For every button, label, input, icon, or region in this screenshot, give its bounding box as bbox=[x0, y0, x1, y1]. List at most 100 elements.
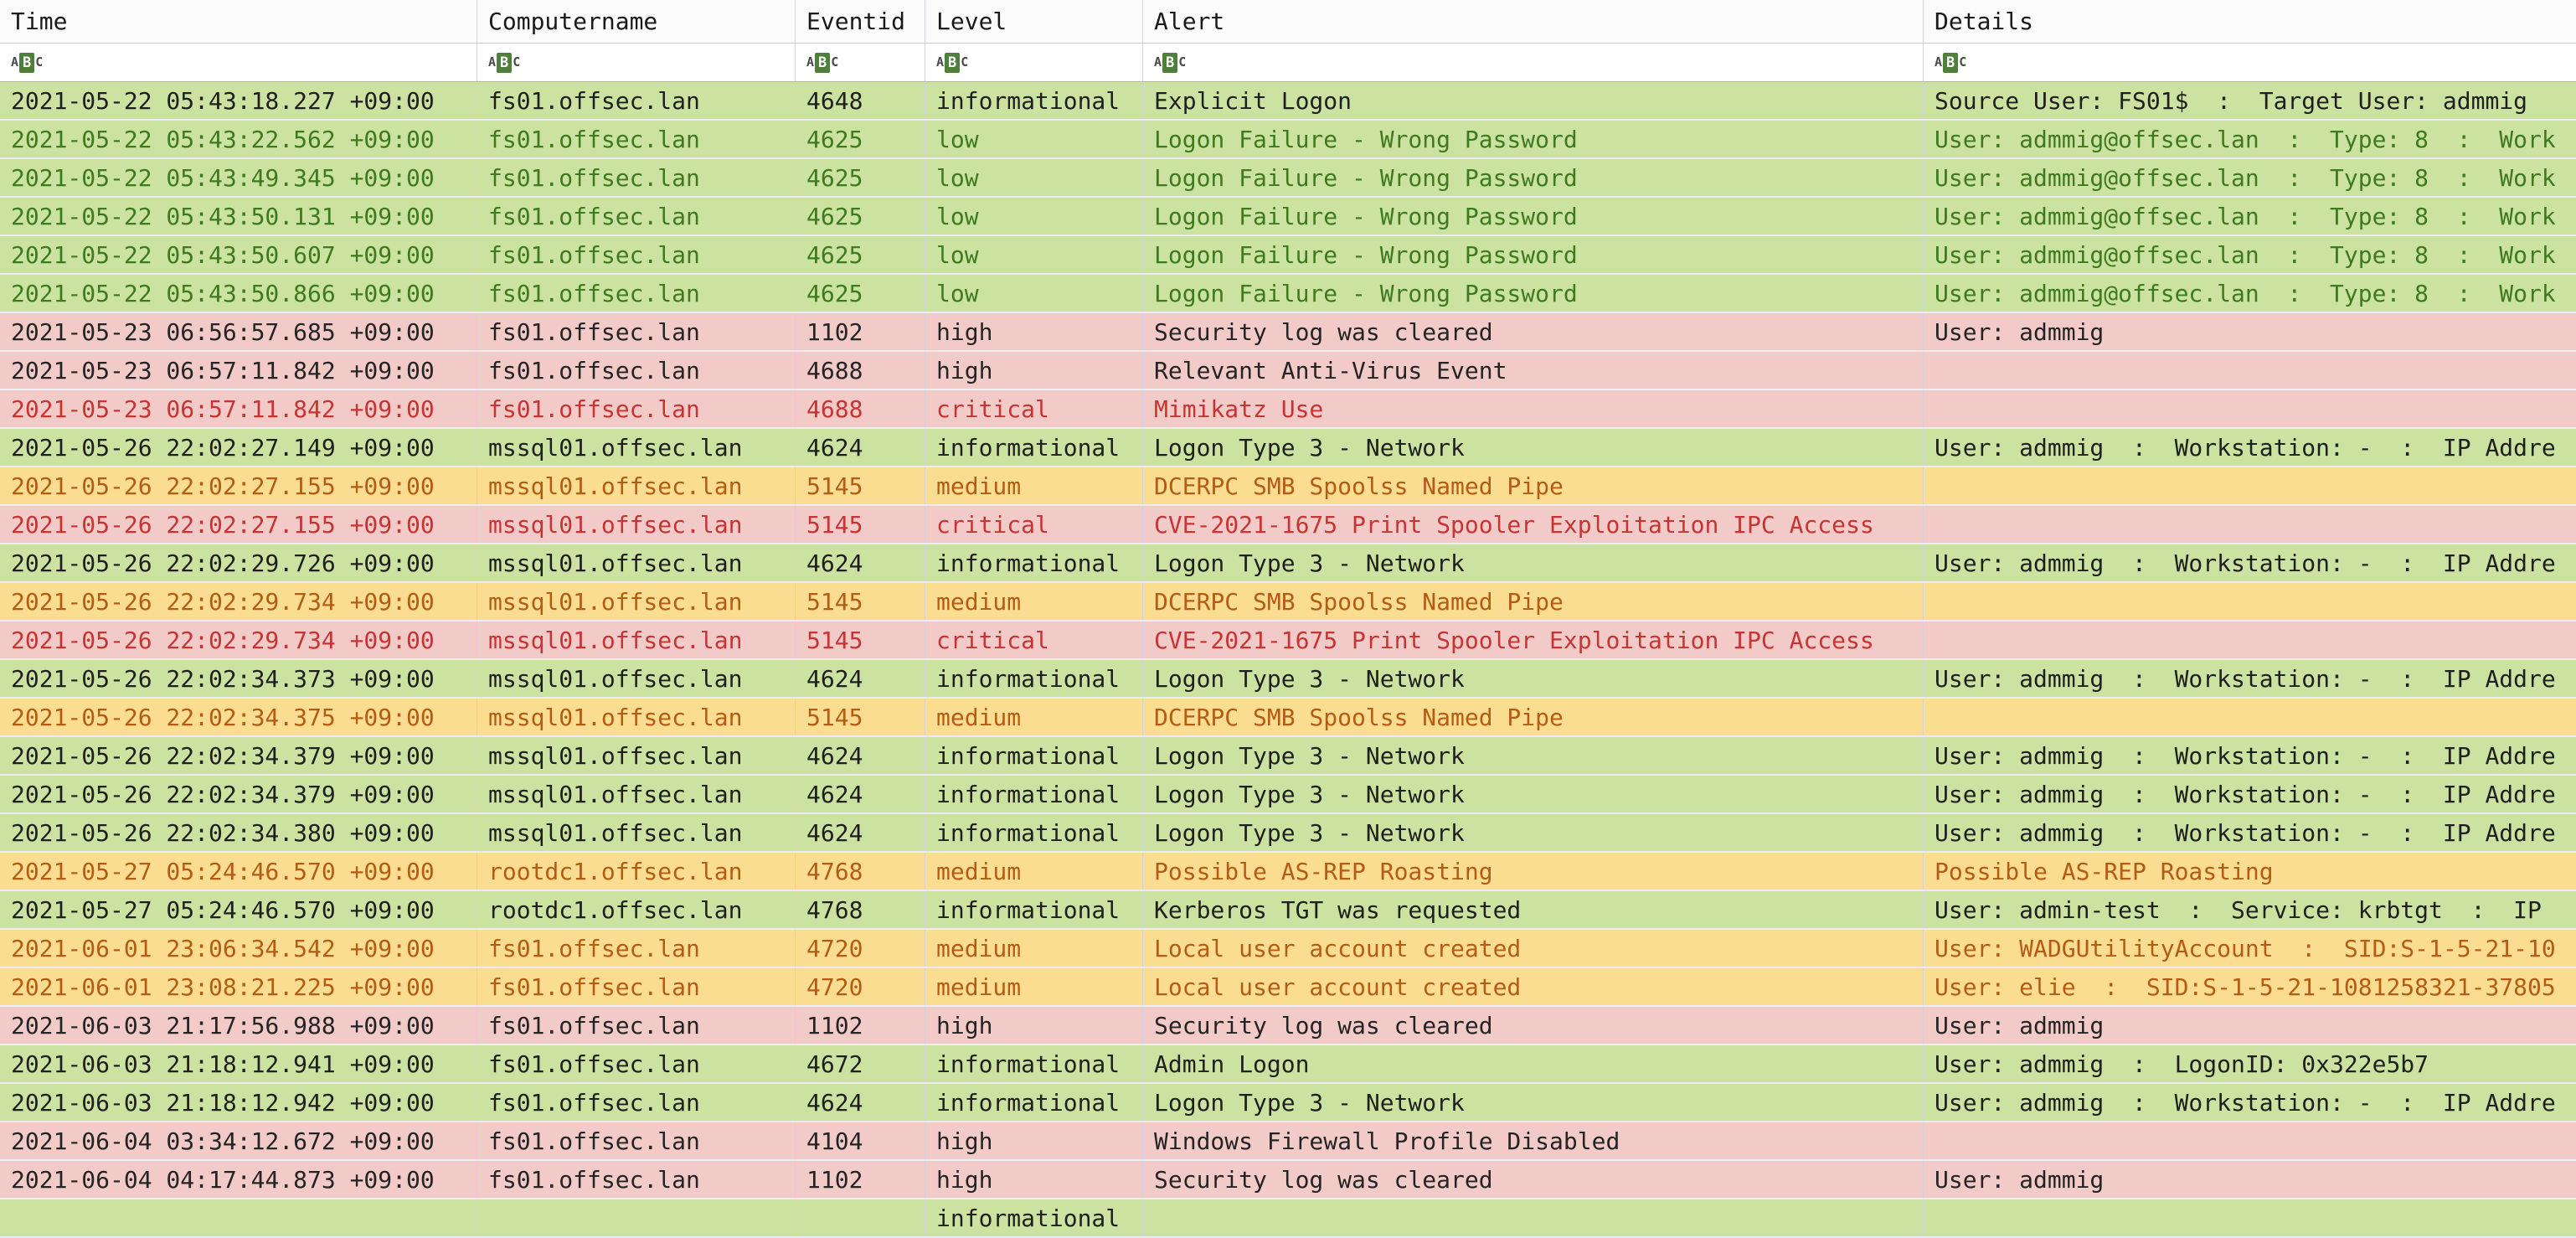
cell-details[interactable]: User: admmig bbox=[1924, 313, 2576, 350]
cell-alert[interactable]: Logon Failure - Wrong Password bbox=[1143, 275, 1924, 312]
cell-computername[interactable]: rootdc1.offsec.lan bbox=[477, 891, 796, 928]
cell-time[interactable]: 2021-05-26 22:02:34.373 +09:00 bbox=[0, 660, 477, 697]
cell-eventid[interactable]: 4672 bbox=[796, 1045, 925, 1082]
filter-cell-alert[interactable]: ABC bbox=[1143, 44, 1924, 81]
table-row[interactable]: 2021-06-01 23:08:21.225 +09:00fs01.offse… bbox=[0, 968, 2576, 1007]
column-header-alert[interactable]: Alert bbox=[1143, 0, 1924, 43]
column-header-time[interactable]: Time bbox=[0, 0, 477, 43]
table-row[interactable]: 2021-05-22 05:43:50.131 +09:00fs01.offse… bbox=[0, 198, 2576, 236]
cell-alert[interactable]: Local user account created bbox=[1143, 930, 1924, 967]
cell-time[interactable]: 2021-05-22 05:43:49.345 +09:00 bbox=[0, 159, 477, 196]
cell-alert[interactable]: Local user account created bbox=[1143, 968, 1924, 1005]
cell-alert[interactable]: Logon Failure - Wrong Password bbox=[1143, 159, 1924, 196]
cell-details[interactable]: User: admmig@offsec.lan : Type: 8 : Work bbox=[1924, 121, 2576, 157]
cell-eventid[interactable]: 5145 bbox=[796, 699, 925, 735]
cell-alert[interactable]: CVE-2021-1675 Print Spooler Exploitation… bbox=[1143, 622, 1924, 658]
cell-eventid[interactable]: 1102 bbox=[796, 313, 925, 350]
cell-alert[interactable]: Logon Type 3 - Network bbox=[1143, 660, 1924, 697]
cell-eventid[interactable]: 4625 bbox=[796, 275, 925, 312]
cell-eventid[interactable]: 4720 bbox=[796, 930, 925, 967]
cell-alert[interactable]: Logon Failure - Wrong Password bbox=[1143, 121, 1924, 157]
cell-level[interactable]: informational bbox=[925, 429, 1143, 466]
cell-level[interactable]: high bbox=[925, 352, 1143, 389]
cell-alert[interactable]: DCERPC SMB Spoolss Named Pipe bbox=[1143, 583, 1924, 620]
cell-details[interactable] bbox=[1924, 1199, 2576, 1236]
cell-alert[interactable]: Windows Firewall Profile Disabled bbox=[1143, 1122, 1924, 1159]
table-row[interactable]: informational bbox=[0, 1199, 2576, 1238]
cell-computername[interactable]: fs01.offsec.lan bbox=[477, 1084, 796, 1121]
cell-details[interactable] bbox=[1924, 390, 2576, 427]
cell-details[interactable] bbox=[1924, 622, 2576, 658]
cell-alert[interactable]: Logon Type 3 - Network bbox=[1143, 429, 1924, 466]
cell-time[interactable]: 2021-05-22 05:43:22.562 +09:00 bbox=[0, 121, 477, 157]
cell-details[interactable]: User: elie : SID:S-1-5-21-1081258321-378… bbox=[1924, 968, 2576, 1005]
cell-eventid[interactable]: 4648 bbox=[796, 82, 925, 119]
cell-time[interactable]: 2021-05-26 22:02:29.734 +09:00 bbox=[0, 622, 477, 658]
cell-details[interactable]: User: admmig : Workstation: - : IP Addre bbox=[1924, 660, 2576, 697]
table-row[interactable]: 2021-05-26 22:02:27.155 +09:00mssql01.of… bbox=[0, 467, 2576, 506]
cell-alert[interactable]: DCERPC SMB Spoolss Named Pipe bbox=[1143, 467, 1924, 504]
cell-time[interactable]: 2021-06-04 04:17:44.873 +09:00 bbox=[0, 1161, 477, 1198]
cell-computername[interactable]: fs01.offsec.lan bbox=[477, 121, 796, 157]
cell-alert[interactable]: Logon Type 3 - Network bbox=[1143, 776, 1924, 812]
table-row[interactable]: 2021-05-23 06:57:11.842 +09:00fs01.offse… bbox=[0, 390, 2576, 429]
cell-level[interactable]: informational bbox=[925, 737, 1143, 774]
cell-time[interactable]: 2021-05-22 05:43:50.866 +09:00 bbox=[0, 275, 477, 312]
cell-computername[interactable]: fs01.offsec.lan bbox=[477, 968, 796, 1005]
cell-details[interactable] bbox=[1924, 352, 2576, 389]
cell-level[interactable]: critical bbox=[925, 390, 1143, 427]
cell-level[interactable]: informational bbox=[925, 1199, 1143, 1236]
cell-level[interactable]: medium bbox=[925, 930, 1143, 967]
cell-computername[interactable]: fs01.offsec.lan bbox=[477, 1161, 796, 1198]
cell-time[interactable]: 2021-05-26 22:02:34.380 +09:00 bbox=[0, 814, 477, 851]
cell-computername[interactable]: fs01.offsec.lan bbox=[477, 390, 796, 427]
cell-alert[interactable]: Explicit Logon bbox=[1143, 82, 1924, 119]
cell-alert[interactable]: Mimikatz Use bbox=[1143, 390, 1924, 427]
table-row[interactable]: 2021-05-26 22:02:29.734 +09:00mssql01.of… bbox=[0, 622, 2576, 660]
table-row[interactable]: 2021-06-03 21:18:12.941 +09:00fs01.offse… bbox=[0, 1045, 2576, 1084]
cell-eventid[interactable]: 4624 bbox=[796, 776, 925, 812]
cell-time[interactable]: 2021-05-22 05:43:50.131 +09:00 bbox=[0, 198, 477, 235]
cell-details[interactable]: User: admmig : Workstation: - : IP Addre bbox=[1924, 544, 2576, 581]
cell-time[interactable]: 2021-06-03 21:18:12.942 +09:00 bbox=[0, 1084, 477, 1121]
cell-computername[interactable]: mssql01.offsec.lan bbox=[477, 622, 796, 658]
column-header-computername[interactable]: Computername bbox=[477, 0, 796, 43]
cell-alert[interactable]: Logon Type 3 - Network bbox=[1143, 814, 1924, 851]
cell-eventid[interactable]: 4768 bbox=[796, 891, 925, 928]
filter-cell-details[interactable]: ABC bbox=[1924, 44, 2576, 81]
cell-eventid[interactable]: 4625 bbox=[796, 198, 925, 235]
cell-eventid[interactable]: 1102 bbox=[796, 1161, 925, 1198]
cell-level[interactable]: informational bbox=[925, 82, 1143, 119]
cell-level[interactable]: high bbox=[925, 1122, 1143, 1159]
cell-computername[interactable]: mssql01.offsec.lan bbox=[477, 429, 796, 466]
table-row[interactable]: 2021-05-22 05:43:49.345 +09:00fs01.offse… bbox=[0, 159, 2576, 198]
cell-eventid[interactable]: 5145 bbox=[796, 583, 925, 620]
cell-eventid[interactable]: 4625 bbox=[796, 236, 925, 273]
cell-eventid[interactable]: 4720 bbox=[796, 968, 925, 1005]
cell-time[interactable]: 2021-05-23 06:57:11.842 +09:00 bbox=[0, 390, 477, 427]
cell-details[interactable]: Source User: FS01$ : Target User: admmig bbox=[1924, 82, 2576, 119]
cell-computername[interactable]: rootdc1.offsec.lan bbox=[477, 853, 796, 890]
cell-eventid[interactable]: 4768 bbox=[796, 853, 925, 890]
cell-time[interactable]: 2021-05-23 06:57:11.842 +09:00 bbox=[0, 352, 477, 389]
table-row[interactable]: 2021-05-26 22:02:34.379 +09:00mssql01.of… bbox=[0, 776, 2576, 814]
filter-cell-eventid[interactable]: ABC bbox=[796, 44, 925, 81]
cell-level[interactable]: low bbox=[925, 159, 1143, 196]
cell-eventid[interactable]: 4624 bbox=[796, 429, 925, 466]
table-row[interactable]: 2021-05-26 22:02:29.726 +09:00mssql01.of… bbox=[0, 544, 2576, 583]
cell-computername[interactable]: fs01.offsec.lan bbox=[477, 313, 796, 350]
table-row[interactable]: 2021-06-04 03:34:12.672 +09:00fs01.offse… bbox=[0, 1122, 2576, 1161]
cell-alert[interactable]: Admin Logon bbox=[1143, 1045, 1924, 1082]
cell-level[interactable]: informational bbox=[925, 1084, 1143, 1121]
table-row[interactable]: 2021-05-26 22:02:34.373 +09:00mssql01.of… bbox=[0, 660, 2576, 699]
cell-eventid[interactable]: 4625 bbox=[796, 121, 925, 157]
cell-time[interactable]: 2021-05-26 22:02:27.155 +09:00 bbox=[0, 506, 477, 543]
cell-details[interactable]: User: admmig : Workstation: - : IP Addre bbox=[1924, 737, 2576, 774]
cell-computername[interactable]: mssql01.offsec.lan bbox=[477, 776, 796, 812]
cell-time[interactable]: 2021-06-01 23:06:34.542 +09:00 bbox=[0, 930, 477, 967]
table-row[interactable]: 2021-05-26 22:02:34.375 +09:00mssql01.of… bbox=[0, 699, 2576, 737]
cell-details[interactable]: User: admmig : Workstation: - : IP Addre bbox=[1924, 814, 2576, 851]
cell-level[interactable]: low bbox=[925, 198, 1143, 235]
cell-details[interactable]: User: admmig : Workstation: - : IP Addre bbox=[1924, 1084, 2576, 1121]
cell-alert[interactable]: Security log was cleared bbox=[1143, 1161, 1924, 1198]
